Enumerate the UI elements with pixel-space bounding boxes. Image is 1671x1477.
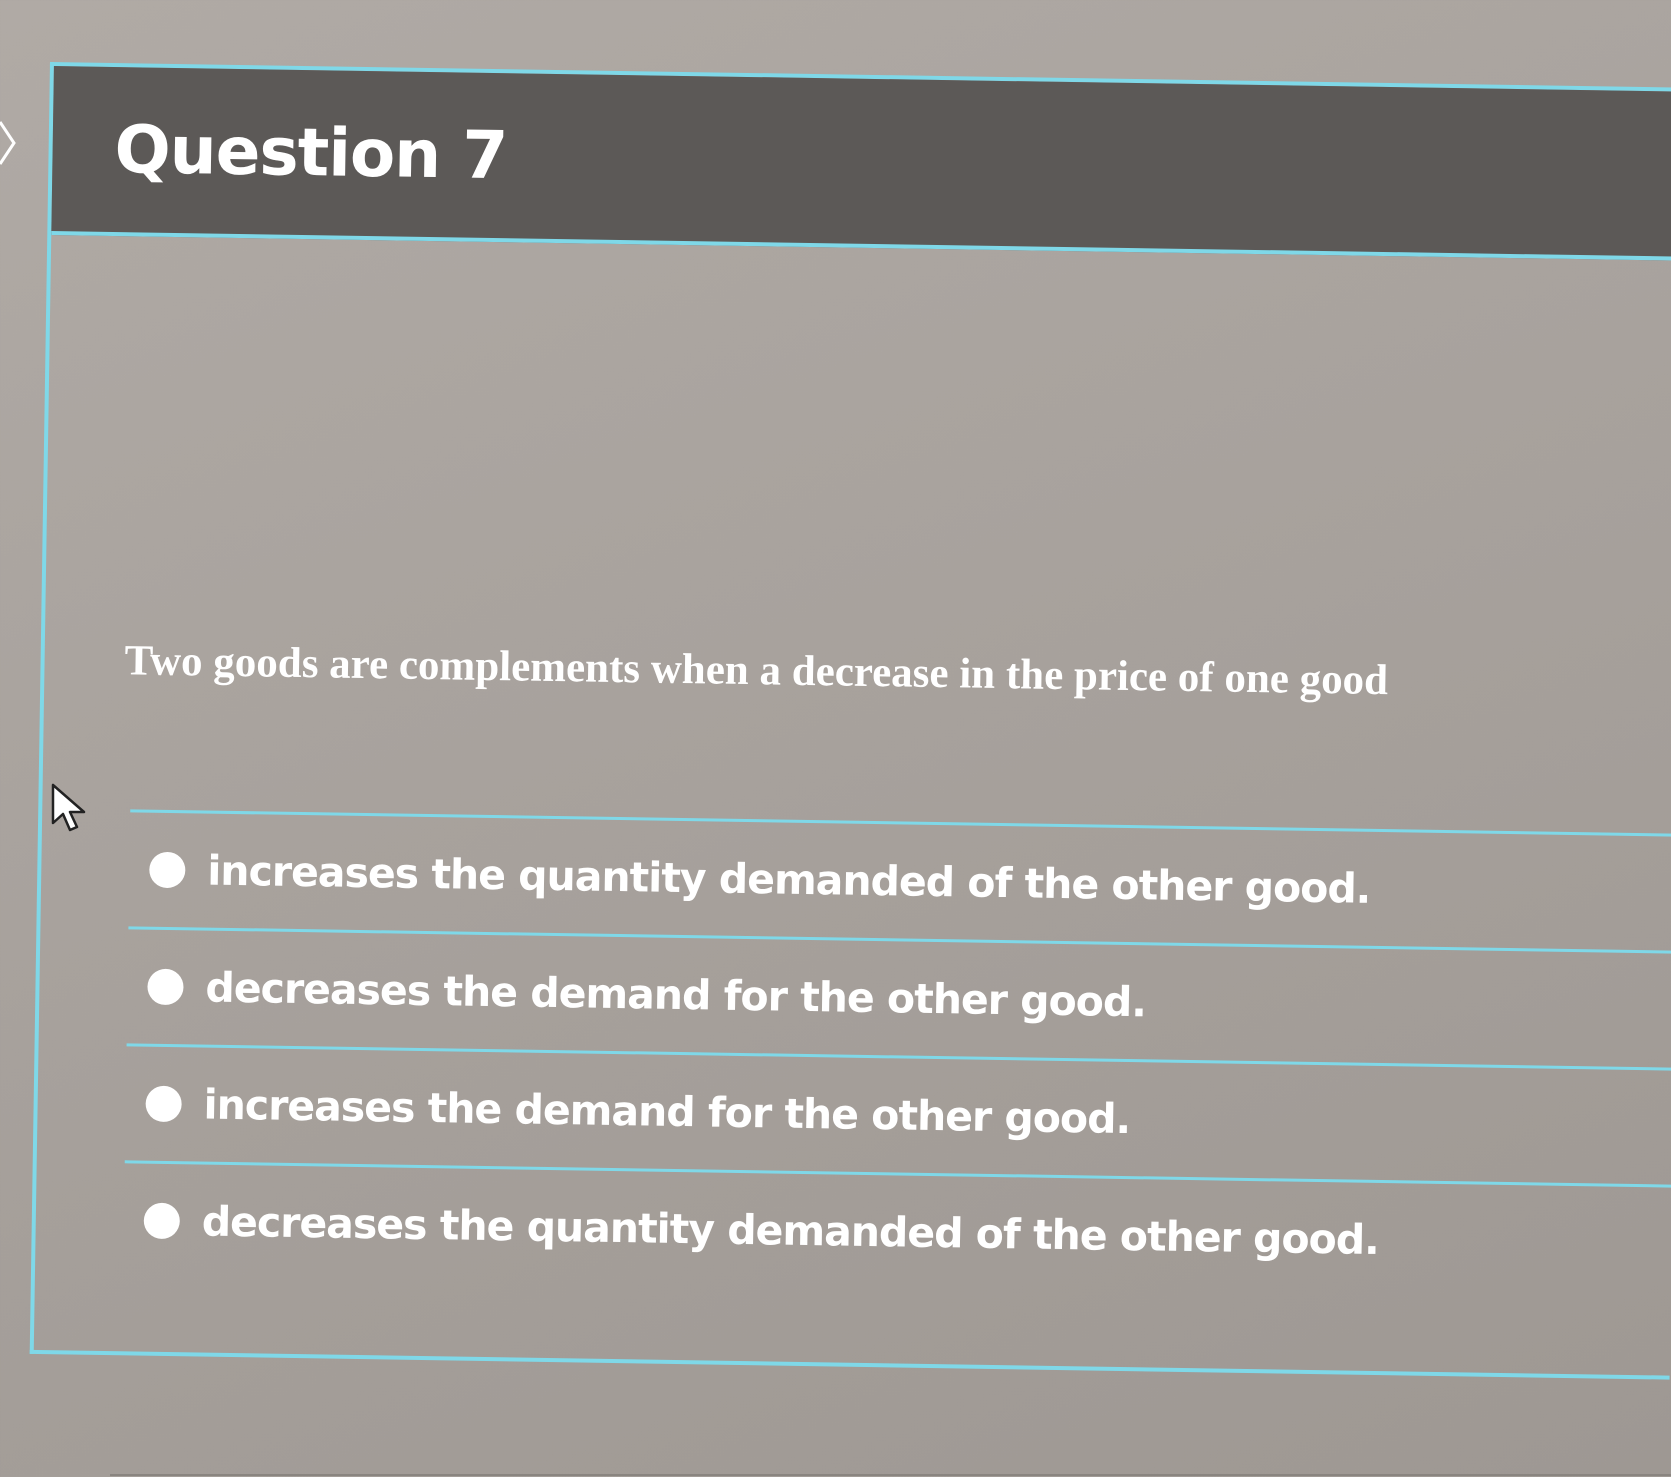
answer-label: increases the demand for the other good.: [203, 1080, 1131, 1144]
radio-button[interactable]: [147, 968, 184, 1006]
chevron-right-icon[interactable]: [0, 118, 18, 168]
radio-button[interactable]: [143, 1202, 181, 1240]
mouse-pointer-icon: [51, 783, 86, 832]
question-title: Question 7: [114, 111, 508, 195]
radio-button[interactable]: [145, 1085, 182, 1123]
question-card: Question 7 Two goods are complements whe…: [29, 62, 1671, 1380]
question-body: Two goods are complements when a decreas…: [34, 235, 1671, 1384]
answer-option[interactable]: decreases the quantity demanded of the o…: [122, 1160, 1671, 1302]
answer-label: decreases the quantity demanded of the o…: [201, 1197, 1380, 1265]
divider: [110, 1474, 1671, 1476]
answer-label: decreases the demand for the other good.: [205, 963, 1147, 1027]
radio-button[interactable]: [149, 851, 186, 889]
question-text: Two goods are complements when a decreas…: [124, 637, 1389, 705]
answer-label: increases the quantity demanded of the o…: [206, 846, 1371, 913]
answer-list: increases the quantity demanded of the o…: [122, 809, 1671, 1302]
question-header: Question 7: [51, 66, 1671, 261]
